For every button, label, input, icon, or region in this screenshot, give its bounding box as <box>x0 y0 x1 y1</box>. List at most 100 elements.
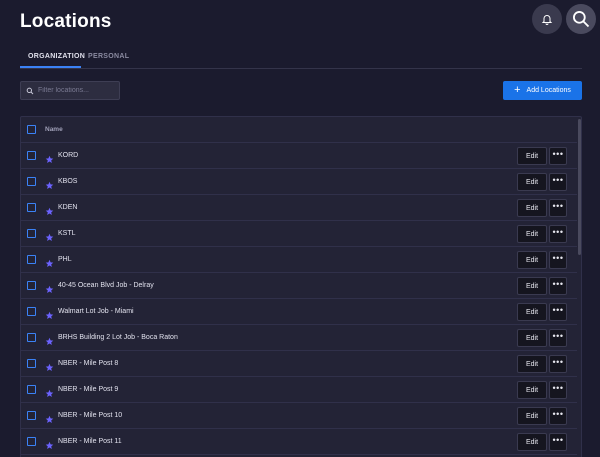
more-options-button[interactable]: ••• <box>549 225 567 243</box>
star-icon[interactable] <box>45 177 54 189</box>
table-row[interactable]: 40-45 Ocean Blvd Job - Delray Edit ••• <box>21 273 577 299</box>
star-icon[interactable] <box>45 359 54 371</box>
table-row[interactable]: NBER - Mile Post 9 Edit ••• <box>21 377 577 403</box>
row-checkbox[interactable] <box>27 151 36 160</box>
edit-button[interactable]: Edit <box>517 225 547 243</box>
location-name: Walmart Lot Job - Miami <box>58 308 134 315</box>
row-checkbox[interactable] <box>27 255 36 264</box>
row-checkbox[interactable] <box>27 229 36 238</box>
table-row[interactable]: Walmart Lot Job - Miami Edit ••• <box>21 299 577 325</box>
add-locations-button[interactable]: + Add Locations <box>503 81 582 100</box>
location-name: 40-45 Ocean Blvd Job - Delray <box>58 282 154 289</box>
more-options-button[interactable]: ••• <box>549 251 567 269</box>
row-checkbox[interactable] <box>27 333 36 342</box>
more-icon: ••• <box>552 201 564 211</box>
more-icon: ••• <box>552 227 564 237</box>
active-tab-indicator <box>20 66 81 68</box>
more-options-button[interactable]: ••• <box>549 381 567 399</box>
star-icon[interactable] <box>45 411 54 423</box>
more-icon: ••• <box>552 149 564 159</box>
location-name: KBOS <box>58 178 78 185</box>
table-row[interactable]: NBER - Mile Post 11 Edit ••• <box>21 429 577 455</box>
location-name: KORD <box>58 152 79 159</box>
star-icon[interactable] <box>45 307 54 319</box>
column-header-name[interactable]: Name <box>45 126 63 133</box>
more-icon: ••• <box>552 383 564 393</box>
more-options-button[interactable]: ••• <box>549 355 567 373</box>
row-checkbox[interactable] <box>27 411 36 420</box>
row-checkbox[interactable] <box>27 307 36 316</box>
location-name: KDEN <box>58 204 78 211</box>
edit-button[interactable]: Edit <box>517 407 547 425</box>
edit-button[interactable]: Edit <box>517 329 547 347</box>
star-icon[interactable] <box>45 333 54 345</box>
table-header-row: Name <box>21 117 577 143</box>
star-icon[interactable] <box>45 151 54 163</box>
more-icon: ••• <box>552 409 564 419</box>
edit-button[interactable]: Edit <box>517 381 547 399</box>
more-icon: ••• <box>552 357 564 367</box>
table-row[interactable]: NBER - Mile Post 10 Edit ••• <box>21 403 577 429</box>
location-name: KSTL <box>58 230 76 237</box>
notifications-button[interactable] <box>532 4 562 34</box>
location-name: BRHS Building 2 Lot Job - Boca Raton <box>58 334 178 341</box>
select-all-checkbox[interactable] <box>27 125 36 134</box>
tab-bar: ORGANIZATION PERSONAL <box>20 45 582 69</box>
edit-button[interactable]: Edit <box>517 433 547 451</box>
tab-organization[interactable]: ORGANIZATION <box>28 53 85 60</box>
locations-table: Name KORD Edit ••• KBOS Edit ••• KDEN Edit ••• KS… <box>20 116 582 457</box>
more-options-button[interactable]: ••• <box>549 199 567 217</box>
star-icon[interactable] <box>45 437 54 449</box>
edit-button[interactable]: Edit <box>517 147 547 165</box>
more-icon: ••• <box>552 331 564 341</box>
more-icon: ••• <box>552 175 564 185</box>
row-checkbox[interactable] <box>27 203 36 212</box>
row-checkbox[interactable] <box>27 177 36 186</box>
edit-button[interactable]: Edit <box>517 199 547 217</box>
edit-button[interactable]: Edit <box>517 355 547 373</box>
filter-locations-input[interactable] <box>38 87 118 94</box>
location-name: NBER - Mile Post 8 <box>58 360 119 367</box>
row-checkbox[interactable] <box>27 437 36 446</box>
global-search-button[interactable] <box>566 4 596 34</box>
page-title: Locations <box>20 11 112 32</box>
table-scrollbar[interactable] <box>578 119 581 255</box>
star-icon[interactable] <box>45 281 54 293</box>
edit-button[interactable]: Edit <box>517 303 547 321</box>
location-name: NBER - Mile Post 11 <box>58 438 122 445</box>
edit-button[interactable]: Edit <box>517 277 547 295</box>
star-icon[interactable] <box>45 203 54 215</box>
plus-icon: + <box>514 84 521 96</box>
row-checkbox[interactable] <box>27 385 36 394</box>
row-checkbox[interactable] <box>27 281 36 290</box>
table-row[interactable]: BRHS Building 2 Lot Job - Boca Raton Edit… <box>21 325 577 351</box>
location-name: PHL <box>58 256 72 263</box>
more-options-button[interactable]: ••• <box>549 303 567 321</box>
table-row[interactable]: NBER - Mile Post 8 Edit ••• <box>21 351 577 377</box>
more-options-button[interactable]: ••• <box>549 433 567 451</box>
row-checkbox[interactable] <box>27 359 36 368</box>
more-options-button[interactable]: ••• <box>549 147 567 165</box>
table-row[interactable]: KORD Edit ••• <box>21 143 577 169</box>
table-row[interactable]: KBOS Edit ••• <box>21 169 577 195</box>
more-options-button[interactable]: ••• <box>549 329 567 347</box>
star-icon[interactable] <box>45 229 54 241</box>
edit-button[interactable]: Edit <box>517 173 547 191</box>
more-options-button[interactable]: ••• <box>549 277 567 295</box>
more-icon: ••• <box>552 435 564 445</box>
table-row[interactable]: KSTL Edit ••• <box>21 221 577 247</box>
add-locations-label: Add Locations <box>526 87 571 94</box>
tab-personal[interactable]: PERSONAL <box>88 53 129 60</box>
table-row[interactable]: PHL Edit ••• <box>21 247 577 273</box>
filter-box[interactable] <box>20 81 120 100</box>
location-name: NBER - Mile Post 9 <box>58 386 119 393</box>
more-options-button[interactable]: ••• <box>549 173 567 191</box>
star-icon[interactable] <box>45 385 54 397</box>
edit-button[interactable]: Edit <box>517 251 547 269</box>
more-icon: ••• <box>552 253 564 263</box>
search-icon <box>26 87 34 94</box>
table-row[interactable]: KDEN Edit ••• <box>21 195 577 221</box>
location-name: NBER - Mile Post 10 <box>58 412 123 419</box>
more-options-button[interactable]: ••• <box>549 407 567 425</box>
star-icon[interactable] <box>45 255 54 267</box>
